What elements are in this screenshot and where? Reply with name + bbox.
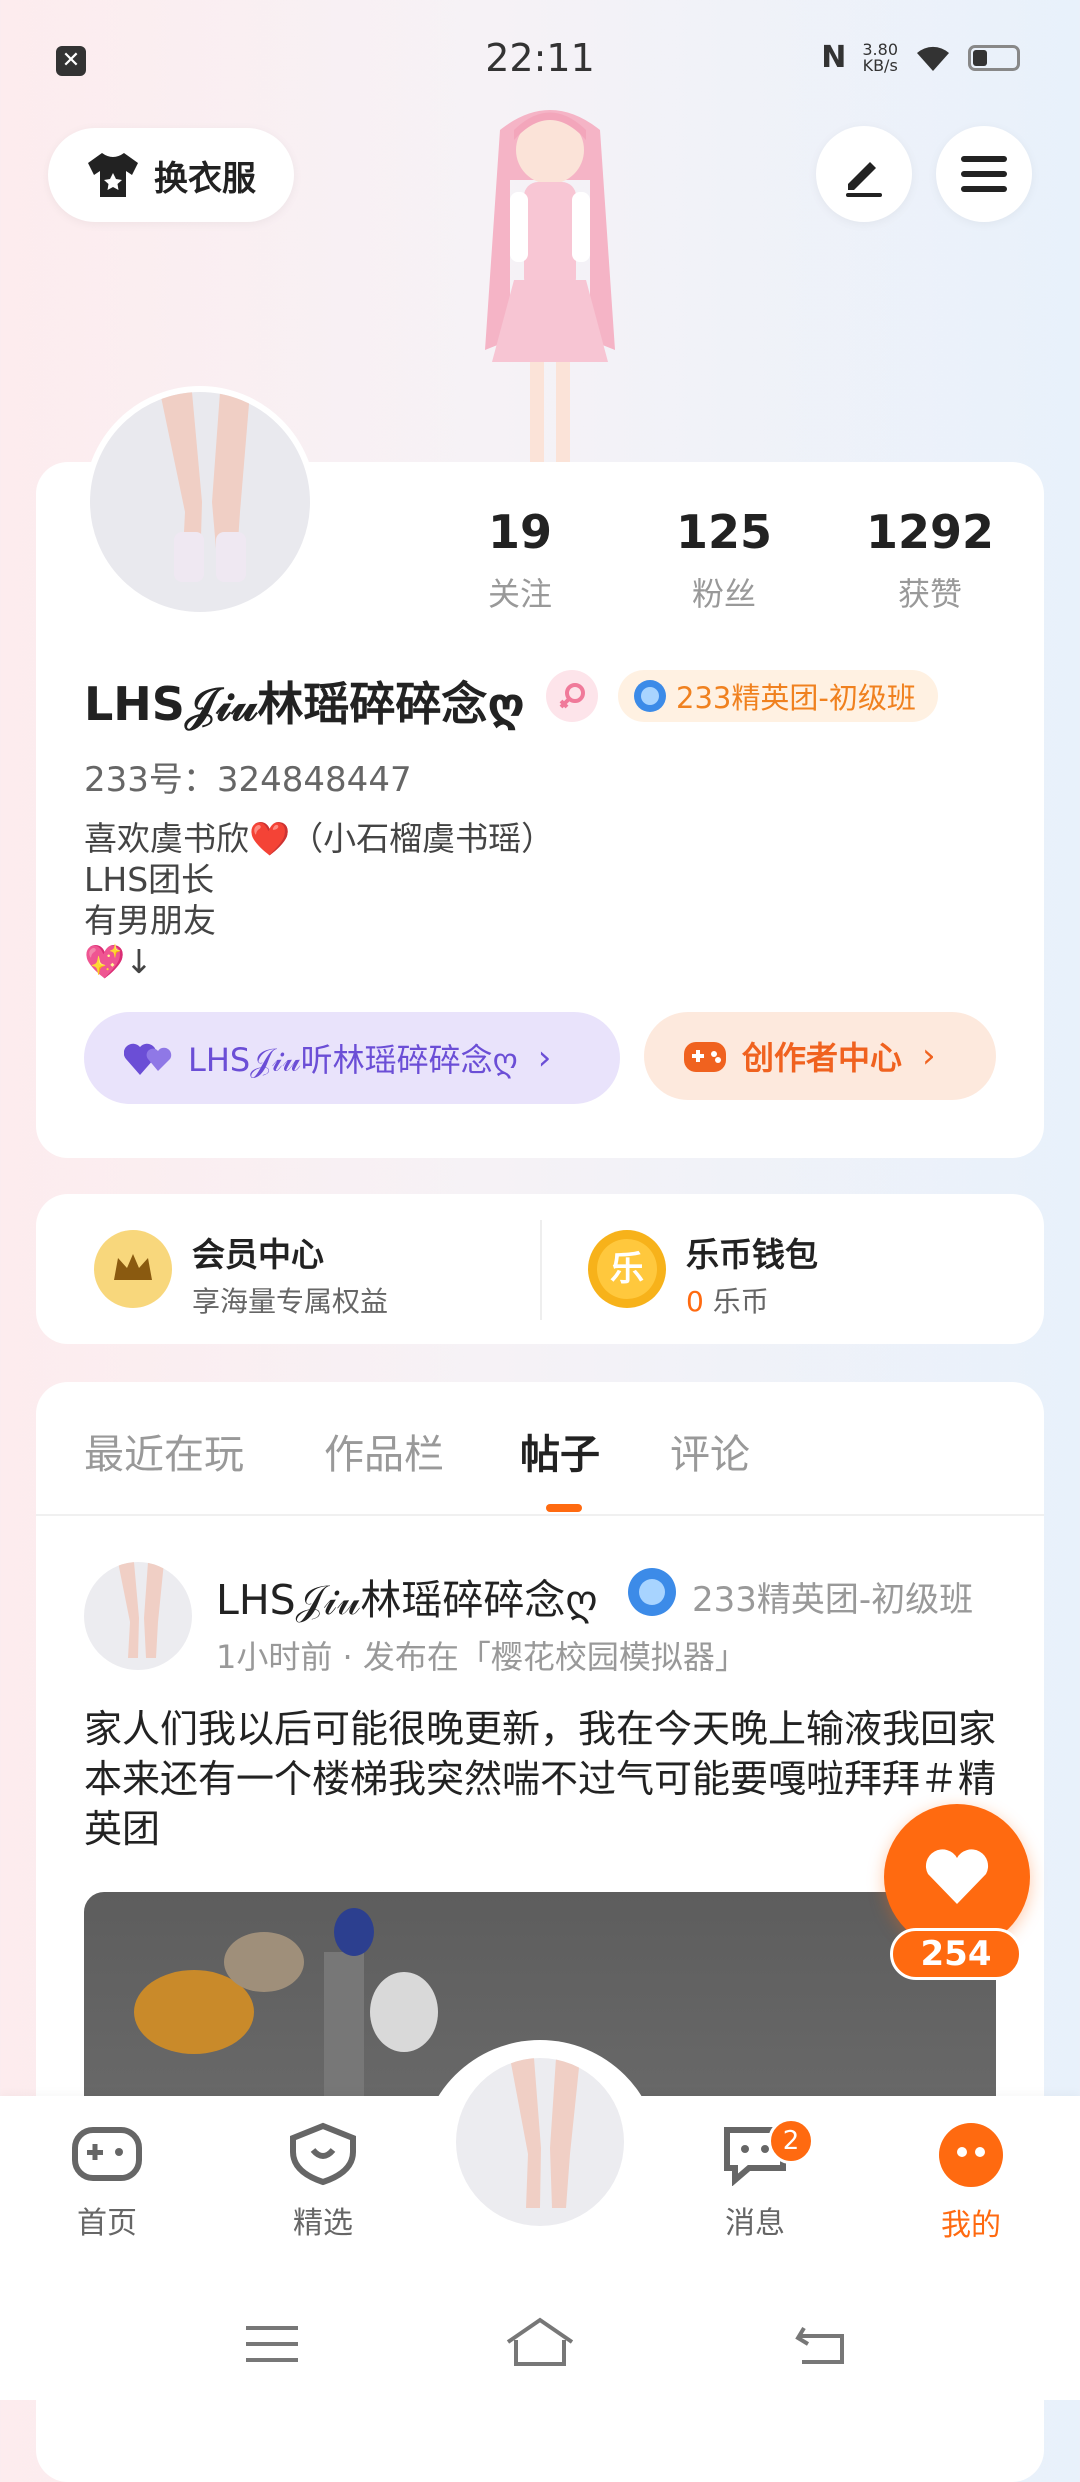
wallet-unit: 乐币 bbox=[712, 1285, 769, 1318]
gamepad-nav-icon bbox=[72, 2127, 142, 2181]
home-icon[interactable] bbox=[504, 2316, 576, 2368]
stat-following[interactable]: 19 关注 bbox=[440, 505, 600, 615]
stat-following-label: 关注 bbox=[487, 575, 552, 613]
gamepad-icon bbox=[684, 1042, 726, 1072]
bio-line: 喜欢虞书欣❤️（小石榴虞书瑶） bbox=[84, 819, 555, 858]
heart-shield-icon bbox=[290, 2122, 356, 2186]
hearts-icon bbox=[124, 1043, 172, 1075]
creator-center-label: 创作者中心 bbox=[742, 1039, 903, 1077]
stat-followers-value: 125 bbox=[675, 505, 773, 559]
tab-posts[interactable]: 帖子 bbox=[520, 1422, 600, 1480]
vip-center-subtitle: 享海量专属权益 bbox=[192, 1285, 389, 1318]
system-nav-bar bbox=[0, 2296, 1080, 2400]
fan-club-button[interactable]: LHS𝒥𝒾𝓊听林瑶碎碎念ღ › bbox=[84, 1012, 620, 1104]
wallet-title: 乐币钱包 bbox=[686, 1235, 818, 1274]
nav-home-label: 首页 bbox=[77, 2206, 137, 2241]
coin-char: 乐 bbox=[597, 1239, 657, 1299]
divider bbox=[540, 1220, 542, 1320]
chevron-right-icon: › bbox=[537, 1038, 552, 1078]
stat-likes[interactable]: 1292 获赞 bbox=[850, 505, 1010, 615]
post-author-badge: 233精英团-初级班 bbox=[692, 1580, 974, 1620]
tab-recently-played[interactable]: 最近在玩 bbox=[84, 1422, 244, 1480]
wifi-icon bbox=[917, 46, 949, 71]
nav-home[interactable]: 首页 bbox=[32, 2122, 182, 2242]
elite-badge-icon bbox=[628, 1568, 676, 1616]
stat-likes-label: 获赞 bbox=[897, 575, 962, 613]
chevron-right-icon: › bbox=[922, 1036, 936, 1076]
tab-divider bbox=[36, 1514, 1044, 1516]
bio-line: 有男朋友 bbox=[84, 901, 216, 940]
stat-followers[interactable]: 125 粉丝 bbox=[644, 505, 804, 615]
tab-indicator bbox=[546, 1504, 582, 1512]
edit-button[interactable] bbox=[816, 126, 912, 222]
back-icon[interactable] bbox=[794, 2320, 850, 2368]
fan-club-label: LHS𝒥𝒾𝓊听林瑶碎碎念ღ bbox=[188, 1041, 518, 1079]
tab-works[interactable]: 作品栏 bbox=[324, 1422, 444, 1480]
change-outfit-button[interactable]: 换衣服 bbox=[48, 128, 294, 222]
post-author-avatar[interactable] bbox=[84, 1562, 192, 1670]
bio: 喜欢虞书欣❤️（小石榴虞书瑶） LHS团长 有男朋友 💖↓ bbox=[84, 818, 554, 982]
menu-icon bbox=[961, 156, 1007, 192]
post-meta: 1小时前 · 发布在「樱花校园模拟器」 bbox=[216, 1638, 747, 1676]
nav-featured[interactable]: 精选 bbox=[248, 2122, 398, 2242]
creator-center-button[interactable]: 创作者中心 › bbox=[644, 1012, 996, 1100]
heart-icon bbox=[925, 1849, 989, 1904]
message-count-badge: 2 bbox=[768, 2118, 814, 2164]
bio-line: LHS团长 bbox=[84, 860, 215, 899]
recents-icon[interactable] bbox=[246, 2322, 298, 2366]
nav-featured-label: 精选 bbox=[293, 2206, 353, 2241]
elite-badge-icon bbox=[634, 680, 666, 712]
like-count: 254 bbox=[890, 1928, 1022, 1980]
stat-following-value: 19 bbox=[487, 505, 552, 559]
stat-followers-label: 粉丝 bbox=[691, 575, 756, 613]
avatar-character-image[interactable] bbox=[440, 100, 660, 480]
female-gender-icon bbox=[546, 670, 598, 722]
edit-pen-icon bbox=[846, 162, 882, 197]
post-author-name[interactable]: LHS𝒥𝒾𝓊林瑶碎碎念ღ bbox=[216, 1566, 598, 1626]
profile-avatar[interactable] bbox=[84, 386, 316, 618]
battery-icon bbox=[968, 44, 1020, 71]
tab-comments[interactable]: 评论 bbox=[670, 1422, 750, 1480]
vip-center-title: 会员中心 bbox=[192, 1235, 324, 1274]
bio-line: 💖↓ bbox=[84, 942, 153, 981]
net-speed: 3.80 KB/s bbox=[862, 41, 898, 75]
status-icons: Ν 3.80 KB/s bbox=[821, 40, 1020, 75]
nav-me[interactable]: 我的 bbox=[896, 2122, 1046, 2244]
wallet-balance: 0 乐币 bbox=[686, 1280, 769, 1320]
level-badge[interactable]: 233精英团-初级班 bbox=[618, 670, 938, 722]
nfc-icon: Ν bbox=[821, 40, 847, 75]
coin-icon: 乐 bbox=[588, 1230, 666, 1308]
nav-messages-label: 消息 bbox=[725, 2206, 785, 2241]
net-speed-unit: KB/s bbox=[862, 55, 898, 75]
username: LHS𝒥𝒾𝓊林瑶碎碎念ღ bbox=[84, 677, 525, 731]
crown-icon bbox=[94, 1230, 172, 1308]
post-text[interactable]: 家人们我以后可能很晚更新，我在今天晚上输液我回家本来还有一个楼梯我突然喘不过气可… bbox=[84, 1704, 1004, 1854]
wallet-amount: 0 bbox=[686, 1285, 704, 1318]
nav-center-avatar[interactable] bbox=[456, 2058, 624, 2226]
avatar-legs-image bbox=[160, 392, 250, 582]
user-id: 233号：324848447 bbox=[84, 760, 412, 800]
nav-me-label: 我的 bbox=[941, 2208, 1001, 2243]
shirt-icon bbox=[88, 153, 138, 197]
menu-button[interactable] bbox=[936, 126, 1032, 222]
level-badge-label: 233精英团-初级班 bbox=[676, 681, 916, 715]
stat-likes-value: 1292 bbox=[865, 505, 995, 559]
face-icon bbox=[939, 2123, 1003, 2187]
change-outfit-label: 换衣服 bbox=[154, 158, 256, 199]
